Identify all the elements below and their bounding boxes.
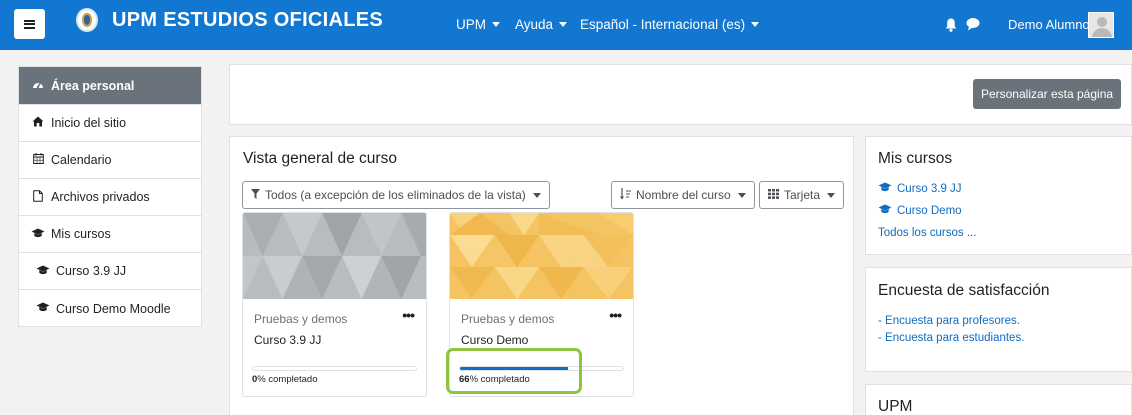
course-card[interactable]: Pruebas y demos ••• Curso 3.9 JJ 0% comp… [242,212,427,397]
filter-label: Todos (a excepción de los eliminados de … [265,188,526,202]
course-image[interactable] [243,213,426,299]
calendar-icon [31,153,45,167]
sort-alpha-icon [620,187,631,203]
user-name[interactable]: Demo Alumno [1008,17,1090,32]
menu-ayuda[interactable]: Ayuda [515,17,568,32]
menu-toggle-button[interactable] [14,9,45,39]
mis-cursos-link-curso-demo[interactable]: Curso Demo [878,204,962,217]
caret-down-icon [559,22,568,27]
course-overview-title: Vista general de curso [243,150,397,167]
menu-upm-label: UPM [456,17,486,32]
encuesta-title: Encuesta de satisfacción [878,282,1050,299]
bell-icon[interactable] [945,18,957,32]
menu-ayuda-label: Ayuda [515,17,554,32]
sidebar-item-mis-cursos[interactable]: Mis cursos [19,216,201,253]
caret-down-icon [751,22,760,27]
grid-view-icon [768,188,779,202]
course-category: Pruebas y demos [461,312,555,326]
caret-down-icon [532,192,541,198]
sidebar-item-label: Archivos privados [51,190,150,204]
chat-icon[interactable] [966,17,980,31]
progress-highlight-outline [446,348,582,394]
graduation-cap-icon [36,265,50,278]
graduation-cap-icon [878,182,892,195]
sidebar-item-label: Curso Demo Moodle [56,301,171,316]
encuesta-estudiantes-link[interactable]: - Encuesta para estudiantes. [878,332,1024,344]
mis-cursos-title: Mis cursos [878,150,953,167]
sidebar-item-label: Inicio del sitio [51,116,127,130]
filter-dropdown[interactable]: Todos (a excepción de los eliminados de … [242,181,550,209]
sidebar-nav: Área personal Inicio del sitio Calendari… [18,66,202,327]
user-avatar[interactable] [1088,12,1114,38]
top-navbar: UPM ESTUDIOS OFICIALES UPM Ayuda Español… [0,0,1132,50]
mis-cursos-link-label: Curso Demo [897,204,962,217]
sidebar-item-archivos[interactable]: Archivos privados [19,179,201,216]
caret-down-icon [737,192,746,198]
graduation-cap-icon [878,204,892,217]
course-name-link[interactable]: Curso Demo [461,333,528,347]
view-label: Tarjeta [784,188,821,202]
menu-language[interactable]: Español - Internacional (es) [580,17,760,32]
sidebar-item-calendario[interactable]: Calendario [19,142,201,179]
caret-down-icon [827,192,836,198]
sidebar-item-area-personal[interactable]: Área personal [19,67,201,105]
course-menu-icon[interactable]: ••• [609,307,622,323]
encuesta-profesores-link[interactable]: - Encuesta para profesores. [878,315,1020,327]
graduation-cap-icon [36,302,50,315]
all-courses-link[interactable]: Todos los cursos ... [878,227,976,239]
sidebar-item-curso-demo-moodle[interactable]: Curso Demo Moodle [19,290,201,327]
progress-suffix: % completado [257,374,318,385]
mis-cursos-link-label: Curso 3.9 JJ [897,182,962,195]
mis-cursos-link-curso-39[interactable]: Curso 3.9 JJ [878,182,962,195]
graduation-cap-icon [31,228,45,241]
course-image[interactable] [450,213,633,299]
sidebar-item-inicio[interactable]: Inicio del sitio [19,105,201,142]
sidebar-item-curso-39[interactable]: Curso 3.9 JJ [19,253,201,290]
sidebar-item-label: Área personal [51,78,135,93]
file-icon [31,189,45,205]
sidebar-item-label: Calendario [51,153,112,167]
hamburger-icon [24,19,35,29]
site-name[interactable]: UPM ESTUDIOS OFICIALES [112,9,383,32]
progress-bar [252,366,417,371]
upm-logo[interactable] [76,8,98,32]
filter-icon [251,188,260,202]
sort-label: Nombre del curso [636,188,731,202]
view-dropdown[interactable]: Tarjeta [759,181,845,209]
sidebar-item-label: Curso 3.9 JJ [56,264,127,278]
home-icon [31,116,45,130]
menu-language-label: Español - Internacional (es) [580,17,746,32]
course-category: Pruebas y demos [254,312,348,326]
caret-down-icon [492,22,500,27]
sidebar-item-label: Mis cursos [51,227,111,241]
customize-page-button[interactable]: Personalizar esta página [973,79,1121,109]
dashboard-icon [31,79,45,92]
menu-upm[interactable]: UPM [456,17,500,32]
upm-block-title: UPM [878,398,913,415]
course-name-link[interactable]: Curso 3.9 JJ [254,333,321,347]
progress-text: 0% completado [252,374,318,385]
course-menu-icon[interactable]: ••• [402,307,415,323]
sort-dropdown[interactable]: Nombre del curso [611,181,755,209]
